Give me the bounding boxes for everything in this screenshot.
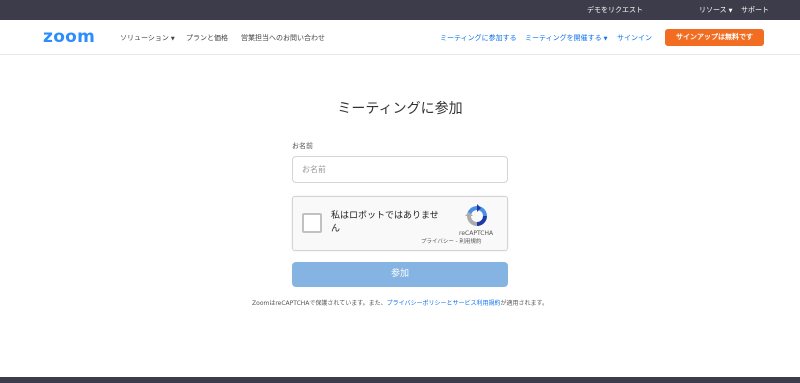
recaptcha-terms-link[interactable]: 利用規約 — [459, 239, 481, 245]
nav-contact-sales[interactable]: 営業担当へのお問い合わせ — [241, 34, 325, 42]
recaptcha-widget: 私はロボットではありません reCAPTCHA プライバシー - 利用規約 — [292, 196, 508, 251]
support-link[interactable]: サポート — [741, 6, 769, 14]
terms-of-service-link[interactable]: サービス利用規約 — [453, 300, 501, 307]
sign-up-button[interactable]: サインアップは無料です — [665, 29, 764, 46]
legal-prefix: ZoomはreCAPTCHAで保護されています。また、 — [252, 300, 387, 307]
page-title: ミーティングに参加 — [337, 101, 463, 117]
recaptcha-links: プライバシー - 利用規約 — [421, 239, 481, 246]
nav-host-meeting[interactable]: ミーティングを開催する ▼ — [525, 34, 607, 43]
name-input[interactable] — [292, 156, 508, 183]
resources-label: リソース — [699, 6, 727, 14]
chevron-down-icon: ▼ — [603, 36, 608, 42]
recaptcha-privacy-link[interactable]: プライバシー — [421, 239, 454, 245]
utility-bar: デモをリクエスト リソース ▼ サポート — [0, 0, 800, 20]
main-navbar: zoom ソリューション ▼ プランと価格 営業担当へのお問い合わせ ミーティング… — [0, 20, 800, 55]
chevron-down-icon: ▼ — [728, 8, 733, 14]
recaptcha-label: 私はロボットではありません — [331, 211, 439, 234]
chevron-down-icon: ▼ — [170, 36, 175, 42]
recaptcha-icon — [465, 204, 487, 226]
legal-suffix: が適用されます。 — [500, 300, 548, 307]
zoom-logo[interactable]: zoom — [43, 28, 95, 46]
nav-join-meeting[interactable]: ミーティングに参加する — [440, 34, 517, 42]
nav-sign-in[interactable]: サインイン — [617, 34, 652, 42]
nav-solutions-label: ソリューション — [120, 34, 169, 42]
request-demo-link[interactable]: デモをリクエスト — [587, 6, 643, 14]
recaptcha-brand: reCAPTCHA — [459, 230, 494, 237]
nav-host-meeting-label: ミーティングを開催する — [525, 34, 602, 42]
nav-solutions[interactable]: ソリューション ▼ — [120, 34, 175, 43]
resources-menu[interactable]: リソース ▼ — [699, 6, 733, 15]
footer-bar — [0, 377, 800, 383]
legal-notice: ZoomはreCAPTCHAで保護されています。また、プライバシーポリシーとサー… — [0, 300, 800, 308]
nav-pricing[interactable]: プランと価格 — [186, 34, 228, 42]
name-label: お名前 — [292, 142, 313, 150]
recaptcha-checkbox[interactable] — [302, 213, 322, 233]
join-button[interactable]: 参加 — [292, 262, 508, 287]
privacy-policy-link[interactable]: プライバシーポリシー — [387, 300, 447, 307]
